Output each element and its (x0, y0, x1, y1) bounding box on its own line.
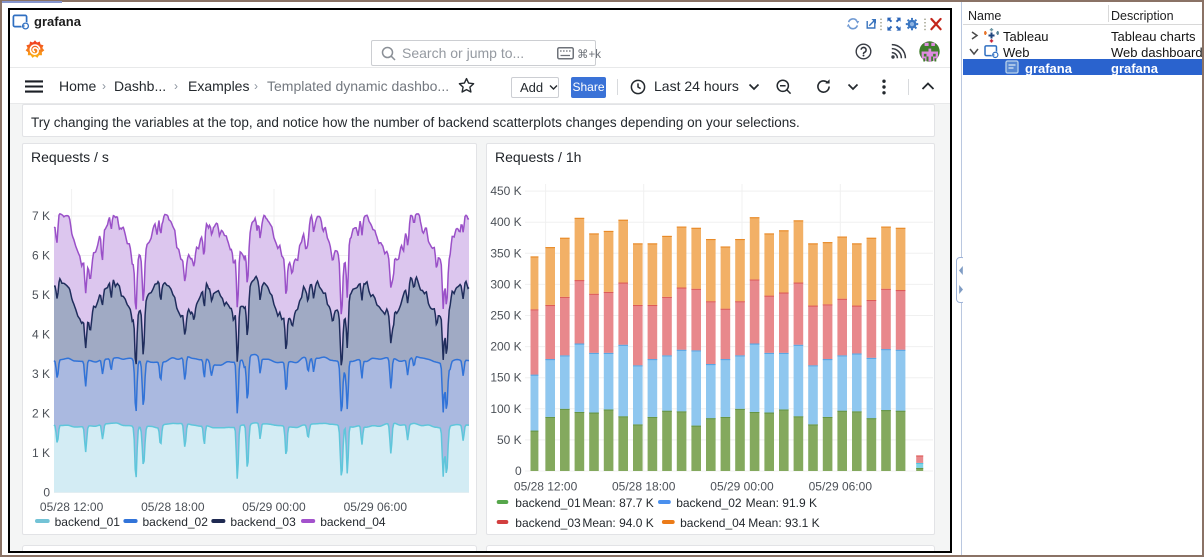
svg-text:3 K: 3 K (32, 367, 50, 381)
svg-text:backend_02: backend_02 (676, 496, 742, 510)
svg-text:50 K: 50 K (497, 433, 522, 447)
svg-text:backend_04: backend_04 (320, 515, 386, 529)
svg-text:05/29 00:00: 05/29 00:00 (242, 500, 306, 514)
svg-text:backend_03: backend_03 (230, 515, 296, 529)
svg-text:5 K: 5 K (32, 288, 50, 302)
svg-text:05/28 12:00: 05/28 12:00 (514, 480, 578, 494)
svg-text:0: 0 (43, 486, 50, 500)
svg-text:200 K: 200 K (490, 340, 521, 354)
svg-text:05/29 06:00: 05/29 06:00 (344, 500, 408, 514)
svg-text:05/28 12:00: 05/28 12:00 (40, 500, 104, 514)
svg-text:backend_03: backend_03 (515, 516, 581, 530)
svg-text:05/29 00:00: 05/29 00:00 (710, 480, 774, 494)
svg-text:250 K: 250 K (490, 309, 521, 323)
svg-text:350 K: 350 K (490, 246, 521, 260)
svg-text:backend_04: backend_04 (680, 516, 746, 530)
svg-text:450 K: 450 K (490, 184, 521, 198)
svg-text:2 K: 2 K (32, 407, 50, 421)
svg-text:Mean: 91.9 K: Mean: 91.9 K (746, 496, 817, 510)
svg-text:Requests / s: Requests / s (31, 149, 109, 165)
svg-text:100 K: 100 K (490, 402, 521, 416)
svg-text:Mean: 94.0 K: Mean: 94.0 K (582, 516, 653, 530)
svg-text:Mean: 93.1 K: Mean: 93.1 K (748, 516, 819, 530)
svg-text:300 K: 300 K (490, 277, 521, 291)
svg-text:Requests / 1h: Requests / 1h (495, 149, 581, 165)
svg-text:05/28 18:00: 05/28 18:00 (141, 500, 205, 514)
svg-text:05/28 18:00: 05/28 18:00 (612, 480, 676, 494)
svg-text:6 K: 6 K (32, 249, 50, 263)
svg-text:0: 0 (515, 464, 522, 478)
svg-text:150 K: 150 K (490, 371, 521, 385)
svg-text:1 K: 1 K (32, 446, 50, 460)
svg-text:4 K: 4 K (32, 328, 50, 342)
svg-text:05/29 06:00: 05/29 06:00 (809, 480, 873, 494)
svg-text:backend_01: backend_01 (515, 496, 581, 510)
svg-text:backend_01: backend_01 (55, 515, 121, 529)
svg-text:7 K: 7 K (32, 209, 50, 223)
svg-text:400 K: 400 K (490, 215, 521, 229)
svg-text:backend_02: backend_02 (143, 515, 209, 529)
svg-text:Mean: 87.7 K: Mean: 87.7 K (582, 496, 653, 510)
